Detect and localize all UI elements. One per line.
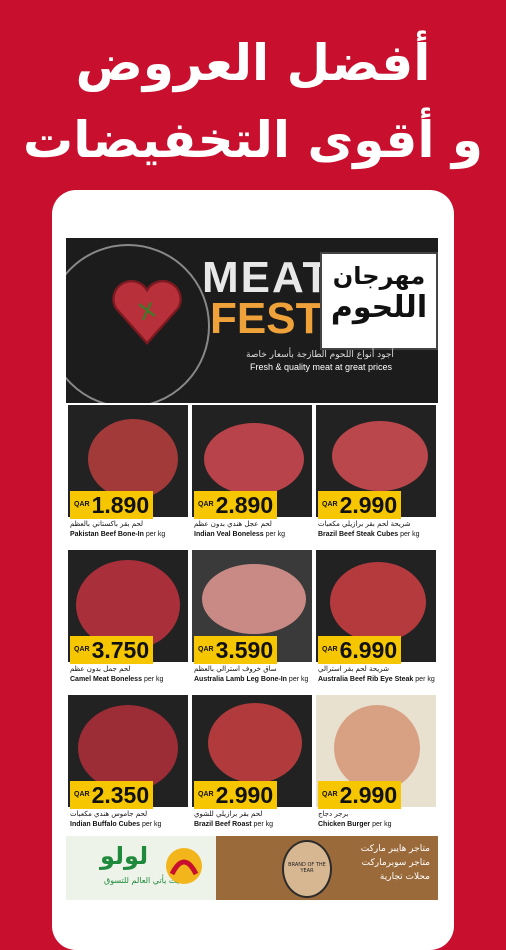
lulu-panel: لولو حيث يأتي العالم للتسوق [66, 836, 216, 900]
product-name-english: Brazil Beef Roast per kg [194, 821, 273, 828]
price-tag: QAR2.990 [318, 781, 402, 809]
lulu-mark-icon [166, 848, 202, 884]
product-name-english: Indian Veal Boneless per kg [194, 531, 286, 538]
product-name-arabic: لحم جاموس هندي مكعبات [70, 810, 148, 818]
price-tag: QAR2.890 [194, 491, 278, 519]
product-name-arabic: شريحة لحم بقر استرالي [318, 665, 389, 673]
product-name-arabic: شريحة لحم بقر برازيلي مكعبات [318, 520, 411, 528]
product-name-english: Brazil Beef Steak Cubes per kg [318, 531, 420, 538]
price-tag: QAR2.990 [194, 781, 278, 809]
tagline-arabic: أجود أنواع اللحوم الطازجة بأسعار خاصة [246, 350, 394, 360]
tagline-english: Fresh & quality meat at great prices [250, 362, 393, 372]
product-name-arabic: لحم بقر باكستاني بالعظم [70, 520, 144, 528]
product-name-arabic: ساق خروف استرالي بالعظم [194, 665, 277, 673]
product-name-english: Pakistan Beef Bone-In per kg [70, 531, 166, 538]
store-type: متاجر هايبر ماركت [360, 844, 430, 854]
price-tag: QAR3.590 [194, 636, 278, 664]
product-card[interactable]: QAR2.890 لحم عجل هندي بدون عظم Indian Ve… [190, 403, 314, 548]
arabic-title-2: اللحوم [330, 290, 428, 325]
product-name-english: Chicken Burger per kg [318, 821, 392, 828]
product-card[interactable]: QAR1.890 لحم بقر باكستاني بالعظم Pakista… [66, 403, 190, 548]
flyer-footer: لولو حيث يأتي العالم للتسوق BRAND OF THE… [66, 836, 438, 900]
product-name-arabic: لحم جمل بدون عظم [70, 665, 131, 673]
arabic-title-1: مهرجان [332, 262, 426, 290]
product-name-english: Australia Lamb Leg Bone-In per kg [194, 676, 309, 683]
heart-steak-icon [112, 280, 182, 345]
brand-panel: BRAND OF THE YEAR متاجر هايبر ماركت متاج… [216, 836, 438, 900]
product-name-english: Australia Beef Rib Eye Steak per kg [318, 676, 435, 683]
meat-fest-banner: MEAT FEST مهرجان اللحوم أجود أنواع اللحو… [66, 238, 438, 403]
headline-line-2: و أقوى التخفيضات [23, 111, 483, 169]
price-tag: QAR1.890 [70, 491, 154, 519]
product-name-arabic: لحم بقر برازيلي للشوي [194, 810, 263, 818]
lulu-logo: لولو [100, 842, 149, 870]
store-type: محلات تجارية [379, 872, 430, 882]
product-name-english: Camel Meat Boneless per kg [70, 676, 164, 683]
promo-flyer: MEAT FEST مهرجان اللحوم أجود أنواع اللحو… [66, 238, 438, 900]
product-card[interactable]: QAR2.350 لحم جاموس هندي مكعبات Indian Bu… [66, 693, 190, 838]
store-type: متاجر سوبرماركت [361, 858, 430, 868]
product-card[interactable]: QAR6.990 شريحة لحم بقر استرالي Australia… [314, 548, 438, 693]
product-name-english: Indian Buffalo Cubes per kg [70, 821, 162, 828]
price-tag: QAR2.990 [318, 491, 402, 519]
product-card[interactable]: QAR2.990 شريحة لحم بقر برازيلي مكعبات Br… [314, 403, 438, 548]
store-types: متاجر هايبر ماركت متاجر سوبرماركت محلات … [361, 842, 430, 884]
product-name-arabic: لحم عجل هندي بدون عظم [194, 520, 272, 528]
price-tag: QAR3.750 [70, 636, 154, 664]
product-card[interactable]: QAR2.990 برجر دجاج Chicken Burger per kg [314, 693, 438, 838]
price-tag: QAR6.990 [318, 636, 402, 664]
arabic-title-box: مهرجان اللحوم [320, 252, 438, 350]
product-card[interactable]: QAR2.990 لحم بقر برازيلي للشوي Brazil Be… [190, 693, 314, 838]
product-name-arabic: برجر دجاج [318, 810, 349, 818]
headline-line-1: أفضل العروض [75, 34, 431, 92]
product-card[interactable]: QAR3.590 ساق خروف استرالي بالعظم Austral… [190, 548, 314, 693]
product-card[interactable]: QAR3.750 لحم جمل بدون عظم Camel Meat Bon… [66, 548, 190, 693]
brand-of-year-seal: BRAND OF THE YEAR [282, 840, 332, 898]
price-tag: QAR2.350 [70, 781, 154, 809]
fest-title: FEST [210, 294, 323, 343]
